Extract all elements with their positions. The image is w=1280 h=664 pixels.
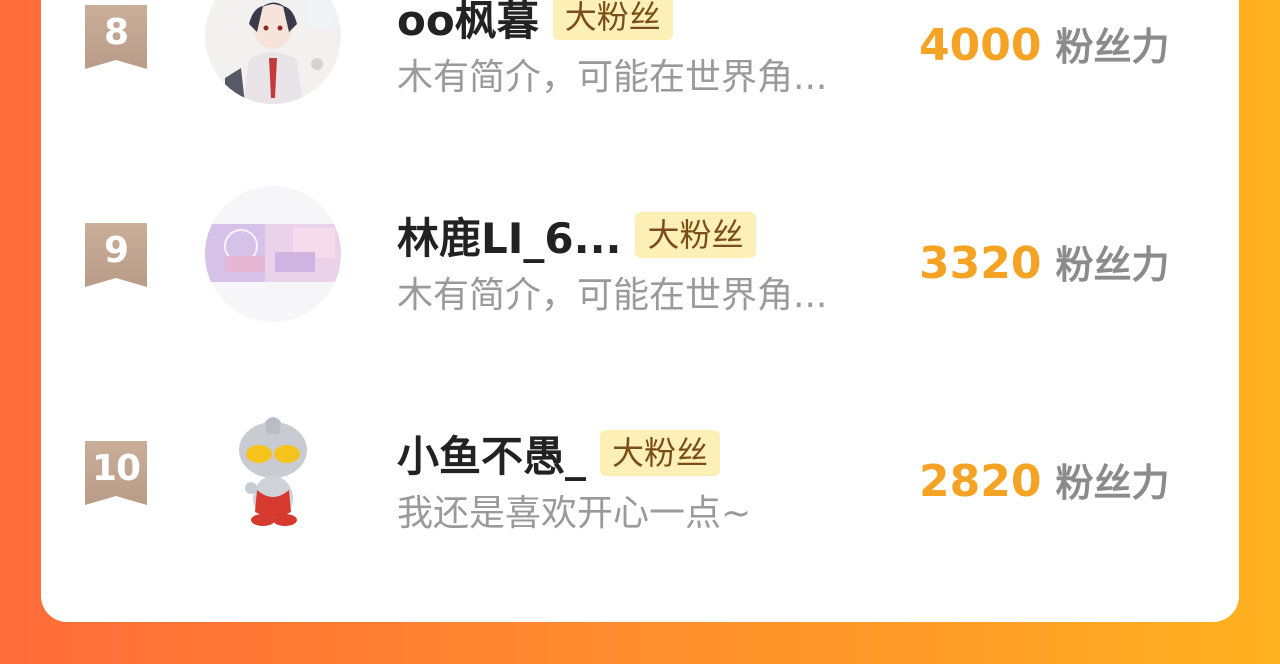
rank-badge: 9 [85,223,147,287]
score-value: 4000 [919,20,1042,71]
user-name[interactable]: oo枫暮 [397,0,539,48]
score-value: 3320 [919,238,1042,289]
user-name[interactable]: 小鱼不愚_ [397,423,586,484]
fan-power-score: 2820 粉丝力 [919,452,1169,507]
score-unit: 粉丝力 [1055,243,1170,287]
rank-badge: 8 [85,5,147,69]
score-unit: 粉丝力 [1055,461,1170,505]
fan-power-score: 3320 粉丝力 [919,234,1169,289]
ranking-row[interactable]: 9 林鹿LI_6... 大粉丝 木有简介，可能在世界角... 3320 粉丝力 [41,178,1239,396]
user-bio: 木有简介，可能在世界角... [397,275,828,316]
ranking-row[interactable]: 10 小鱼不愚_ 大粉丝 我还是喜欢开心一点~ 2820 粉丝力 [41,396,1239,614]
user-name[interactable]: 林鹿LI_6... [397,205,621,266]
ranking-card: 8 oo枫暮 大粉丝 木有简介，可能在世界角... 4000 粉丝力 9 林鹿L… [41,0,1239,622]
ranking-row[interactable]: 8 oo枫暮 大粉丝 木有简介，可能在世界角... 4000 粉丝力 [41,0,1239,178]
fan-level-badge: 大粉丝 [552,0,673,40]
anime-boy-avatar-icon[interactable] [205,0,341,104]
score-unit: 粉丝力 [1055,25,1170,69]
fan-power-score: 4000 粉丝力 [919,16,1169,71]
user-bio: 木有简介，可能在世界角... [397,57,828,98]
ultraman-avatar-icon[interactable] [205,404,341,540]
fan-level-badge: 大粉丝 [635,212,756,258]
score-value: 2820 [919,456,1042,507]
pink-room-avatar-icon[interactable] [205,186,341,322]
rank-badge: 10 [85,441,147,505]
user-bio: 我还是喜欢开心一点~ [397,493,752,534]
fan-level-badge: 大粉丝 [600,430,721,476]
